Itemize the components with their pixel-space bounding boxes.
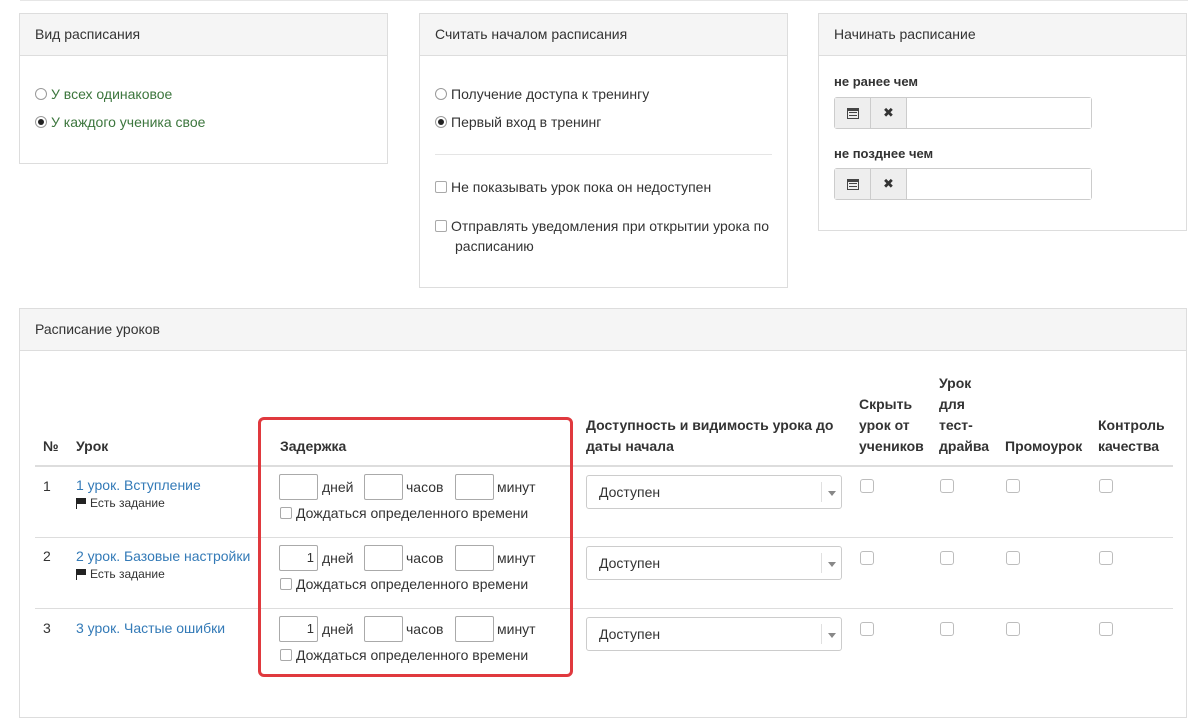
close-icon: ✖ [883, 176, 894, 191]
col-header-num: № [43, 438, 59, 454]
start-schedule-title: Начинать расписание [819, 14, 1186, 56]
row-3-hide-checkbox[interactable] [860, 622, 874, 636]
row-1-task-badge: Есть задание [76, 496, 165, 510]
clear-date-button[interactable]: ✖ [871, 98, 907, 128]
not-before-date-group: ✖ [834, 97, 1092, 129]
row-1-num: 1 [43, 478, 51, 494]
calendar-icon [846, 178, 859, 190]
row-2-hide-checkbox[interactable] [860, 551, 874, 565]
row-2-num: 2 [43, 548, 51, 564]
schedule-start-title: Считать началом расписания [420, 14, 787, 56]
radio-same-for-all[interactable]: У всех одинаковое [35, 84, 172, 104]
checkbox-hide-unavailable[interactable]: Не показывать урок пока он недоступен [435, 177, 711, 197]
schedule-start-panel: Считать началом расписания Получение дос… [419, 13, 788, 288]
row-3-num: 3 [43, 620, 51, 636]
row-2-test-drive-checkbox[interactable] [940, 551, 954, 565]
row-divider [35, 608, 1173, 609]
radio-icon[interactable] [435, 88, 447, 100]
row-2-task-badge: Есть задание [76, 567, 165, 581]
row-3-test-drive-checkbox[interactable] [940, 622, 954, 636]
radio-checked-icon[interactable] [35, 116, 47, 128]
not-after-label: не позднее чем [834, 146, 934, 161]
checkbox-send-notifications-cont: расписанию [455, 238, 534, 254]
top-divider [20, 0, 1188, 1]
header-divider [35, 465, 1173, 467]
row-1-test-drive-checkbox[interactable] [940, 479, 954, 493]
row-1-promo-checkbox[interactable] [1006, 479, 1020, 493]
not-after-date-group: ✖ [834, 168, 1092, 200]
schedule-type-panel: Вид расписания У всех одинаковое У каждо… [19, 13, 388, 164]
checkbox-icon[interactable] [435, 181, 447, 193]
flag-icon [76, 569, 86, 580]
row-1-hide-checkbox[interactable] [860, 479, 874, 493]
col-header-quality: Контроль качества [1098, 417, 1165, 454]
radio-first-login[interactable]: Первый вход в тренинг [435, 112, 601, 132]
col-header-hide: Скрыть урок от учеников [859, 396, 924, 454]
flag-icon [76, 498, 86, 509]
lesson-schedule-panel: Расписание уроков [19, 308, 1187, 718]
row-1-lesson-link[interactable]: 1 урок. Вступление [76, 476, 201, 494]
checkbox-send-notifications[interactable]: Отправлять уведомления при открытии урок… [435, 216, 769, 236]
section-divider [435, 154, 772, 155]
schedule-type-title: Вид расписания [20, 14, 387, 56]
row-divider [35, 537, 1173, 538]
row-2-availability-select[interactable]: Доступен [586, 546, 842, 580]
start-schedule-panel: Начинать расписание не ранее чем ✖ не по… [818, 13, 1187, 231]
radio-individual[interactable]: У каждого ученика свое [35, 112, 205, 132]
row-1-availability-select[interactable]: Доступен [586, 475, 842, 509]
col-header-lesson: Урок [76, 438, 109, 454]
lesson-schedule-title: Расписание уроков [20, 309, 1186, 351]
radio-checked-icon[interactable] [435, 116, 447, 128]
chevron-down-icon [821, 482, 841, 502]
col-header-test-drive: Урок для тест- драйва [939, 375, 990, 454]
calendar-icon [846, 107, 859, 119]
row-3-lesson-link[interactable]: 3 урок. Частые ошибки [76, 619, 225, 637]
row-1-quality-checkbox[interactable] [1099, 479, 1113, 493]
row-3-promo-checkbox[interactable] [1006, 622, 1020, 636]
chevron-down-icon [821, 624, 841, 644]
not-before-input[interactable] [907, 98, 1091, 128]
close-icon: ✖ [883, 105, 894, 120]
checkbox-icon[interactable] [435, 220, 447, 232]
row-2-promo-checkbox[interactable] [1006, 551, 1020, 565]
row-2-quality-checkbox[interactable] [1099, 551, 1113, 565]
col-header-availability: Доступность и видимость урока до даты на… [586, 417, 834, 454]
delay-highlight-frame [258, 417, 573, 677]
calendar-button[interactable] [835, 169, 871, 199]
calendar-button[interactable] [835, 98, 871, 128]
row-3-availability-select[interactable]: Доступен [586, 617, 842, 651]
radio-access-received[interactable]: Получение доступа к тренингу [435, 84, 649, 104]
not-before-label: не ранее чем [834, 74, 919, 89]
radio-icon[interactable] [35, 88, 47, 100]
chevron-down-icon [821, 553, 841, 573]
col-header-promo: Промоурок [1005, 438, 1083, 454]
clear-date-button[interactable]: ✖ [871, 169, 907, 199]
row-2-lesson-link[interactable]: 2 урок. Базовые настройки [76, 547, 250, 565]
row-3-quality-checkbox[interactable] [1099, 622, 1113, 636]
not-after-input[interactable] [907, 169, 1091, 199]
